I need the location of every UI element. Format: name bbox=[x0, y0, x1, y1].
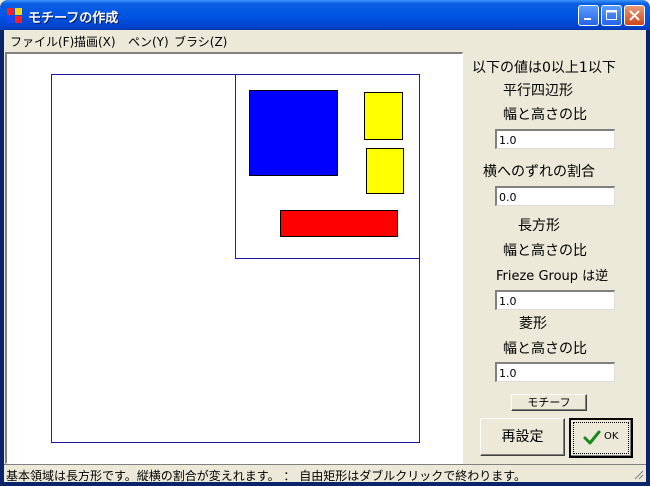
menu-brush[interactable]: ブラシ(Z) bbox=[174, 33, 227, 50]
yellow-rect-bottom[interactable] bbox=[366, 148, 404, 194]
shift-ratio-label: 横へのずれの割合 bbox=[483, 164, 595, 180]
minimize-button[interactable] bbox=[578, 5, 599, 26]
blue-square[interactable] bbox=[249, 90, 338, 176]
motif-button[interactable]: モチーフ bbox=[511, 394, 587, 411]
menu-file[interactable]: ファイル(F) bbox=[10, 33, 74, 50]
drawing-canvas[interactable] bbox=[5, 52, 463, 464]
menu-draw[interactable]: 描画(X) bbox=[74, 33, 116, 50]
rectangle-label: 長方形 bbox=[518, 218, 560, 234]
reset-button[interactable]: 再設定 bbox=[480, 418, 565, 456]
close-icon bbox=[625, 6, 644, 25]
frieze-group-note: Frieze Group は逆 bbox=[496, 269, 609, 284]
checkmark-icon bbox=[583, 429, 601, 450]
focus-ring bbox=[573, 422, 629, 454]
range-note: 以下の値は0以上1以下 bbox=[472, 60, 616, 76]
parallelogram-ratio-label: 幅と高さの比 bbox=[503, 107, 587, 123]
parallelogram-label: 平行四辺形 bbox=[503, 83, 573, 99]
app-window: モチーフの作成 ファイル(F) 描画(X) ペン(Y) ブラシ(Z) 以下の値は… bbox=[0, 0, 650, 486]
maximize-icon bbox=[602, 6, 621, 25]
minimize-icon bbox=[579, 6, 598, 25]
red-bar[interactable] bbox=[280, 210, 398, 237]
title-bar[interactable]: モチーフの作成 bbox=[0, 0, 650, 30]
maximize-button[interactable] bbox=[601, 5, 622, 26]
menu-pen[interactable]: ペン(Y) bbox=[128, 33, 169, 50]
yellow-rect-top[interactable] bbox=[364, 92, 403, 140]
ok-button-label: OK bbox=[604, 431, 619, 442]
close-button[interactable] bbox=[624, 5, 645, 26]
menu-bar: ファイル(F) 描画(X) ペン(Y) ブラシ(Z) bbox=[4, 30, 646, 50]
rhombus-ratio-label: 幅と高さの比 bbox=[503, 341, 587, 357]
rectangle-ratio-input[interactable] bbox=[495, 290, 615, 310]
status-bar: 基本領域は長方形です。縦横の割合が変えれます。 ： 自由矩形はダブルクリックで終… bbox=[4, 464, 646, 483]
rhombus-label: 菱形 bbox=[519, 316, 547, 332]
status-message: 基本領域は長方形です。縦横の割合が変えれます。 ： 自由矩形はダブルクリックで終… bbox=[6, 469, 527, 483]
reset-button-label: 再設定 bbox=[501, 429, 544, 445]
window-title: モチーフの作成 bbox=[28, 11, 119, 26]
motif-button-label: モチーフ bbox=[527, 396, 571, 409]
app-icon[interactable] bbox=[7, 8, 23, 24]
parallelogram-ratio-input[interactable] bbox=[495, 129, 615, 149]
resize-grip-icon[interactable] bbox=[632, 468, 644, 480]
shift-ratio-input[interactable] bbox=[495, 186, 615, 206]
client-area: ファイル(F) 描画(X) ペン(Y) ブラシ(Z) 以下の値は0以上1以下 平… bbox=[4, 30, 646, 483]
ok-button[interactable]: OK bbox=[569, 418, 633, 458]
rhombus-ratio-input[interactable] bbox=[495, 362, 615, 382]
rectangle-ratio-label: 幅と高さの比 bbox=[503, 243, 587, 259]
